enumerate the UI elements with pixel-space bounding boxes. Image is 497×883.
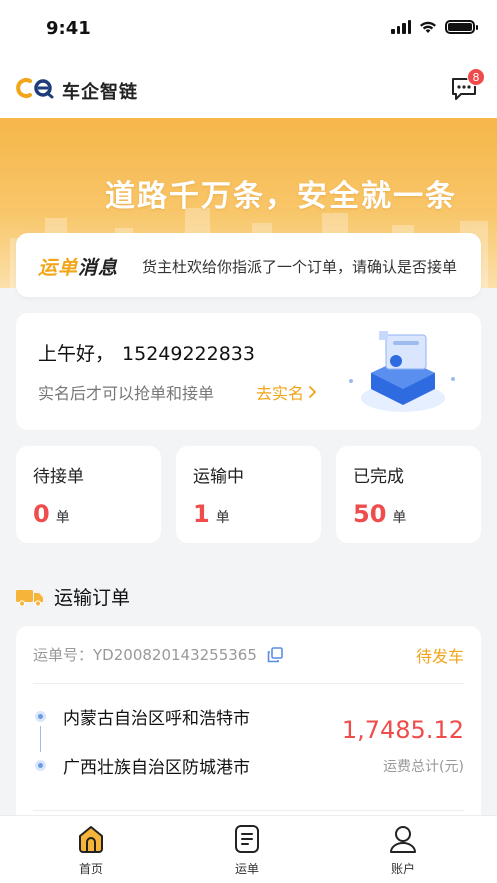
freight-total: 1,7485.12 [341,716,464,744]
truck-icon [16,589,43,607]
section-title: 运输订单 [54,587,131,609]
app-name: 车企智链 [62,82,138,103]
order-card[interactable]: 运单号：YD200820143255365 待发车 内蒙古自治区呼和浩特市 广西… [16,626,481,836]
stat-label: 运输中 [193,467,244,487]
tab-label: 首页 [78,862,103,876]
stat-unit: 单 [215,510,230,526]
freight-total-label: 运费总计(元) [383,759,464,775]
waybill-icon [235,825,259,853]
order-status: 待发车 [415,647,464,666]
tab-waybill[interactable]: 运单 [207,824,287,877]
status-icons [391,20,478,34]
app-header: 车企智链 8 [0,60,497,118]
tab-label: 账户 [390,862,415,876]
stat-value: 1单 [193,500,230,528]
stat-label: 待接单 [33,467,84,487]
notice-title-suffix: 消息 [78,257,119,279]
tab-account[interactable]: 账户 [363,824,443,877]
greeting-card: 上午好， 15249222833 实名后才可以抢单和接单 去实名 [16,313,481,430]
home-icon [79,826,103,853]
stat-number: 50 [353,500,387,528]
verify-identity-link[interactable]: 去实名 [256,380,317,404]
account-icon [390,826,416,853]
stat-value: 50 单 [353,500,406,528]
divider [33,810,464,811]
stat-number: 1 [193,500,210,528]
waybill-notice[interactable]: 运单消息 货主杜欢给你指派了一个订单，请确认是否接单 [16,233,481,297]
notice-title: 运单消息 [38,253,118,280]
signal-icon [391,20,411,34]
order-number: 运单号：YD200820143255365 [33,644,283,665]
verify-tip: 实名后才可以抢单和接单 [38,384,215,403]
copy-icon[interactable] [267,646,283,663]
wifi-icon [420,21,436,33]
notice-title-prefix: 运单 [38,257,79,279]
order-number-value: YD200820143255365 [93,646,257,664]
bottom-tab-bar: 首页 运单 账户 [0,815,497,883]
stat-label: 已完成 [353,467,404,487]
route-line [40,726,41,752]
chevron-right-icon [309,386,316,398]
tab-home[interactable]: 首页 [51,824,131,877]
stat-value: 0单 [33,500,70,528]
destination-dot [35,760,46,771]
route-origin: 内蒙古自治区呼和浩特市 [63,709,250,729]
status-bar: 9:41 [0,0,497,60]
order-route: 内蒙古自治区呼和浩特市 广西壮族自治区防城港市 [33,704,283,784]
unread-badge: 8 [467,68,485,86]
app-logo [16,78,54,99]
transport-orders-header: 运输订单 [16,583,130,610]
origin-dot [35,711,46,722]
route-destination: 广西壮族自治区防城港市 [63,758,250,778]
stat-completed[interactable]: 已完成 50 单 [336,446,481,543]
stat-in-transit[interactable]: 运输中 1单 [176,446,321,543]
stat-unit: 单 [55,510,70,526]
order-number-label: 运单号： [33,646,94,664]
user-phone: 15249222833 [122,343,255,365]
tab-label: 运单 [234,862,259,876]
notice-text: 货主杜欢给你指派了一个订单，请确认是否接单 [142,258,458,276]
messages-button[interactable]: 8 [449,68,485,104]
status-time: 9:41 [46,18,91,39]
verification-illustration [349,331,455,412]
stat-pending[interactable]: 待接单 0单 [16,446,161,543]
greeting-hello: 上午好， [38,343,115,365]
stat-unit: 单 [392,510,407,526]
verify-link-label: 去实名 [256,384,305,403]
battery-icon [445,20,478,34]
divider [33,683,464,684]
stat-number: 0 [33,500,50,528]
banner-slogan: 道路千万条，安全就一条 [105,179,457,214]
greeting: 上午好， 15249222833 [38,339,255,366]
